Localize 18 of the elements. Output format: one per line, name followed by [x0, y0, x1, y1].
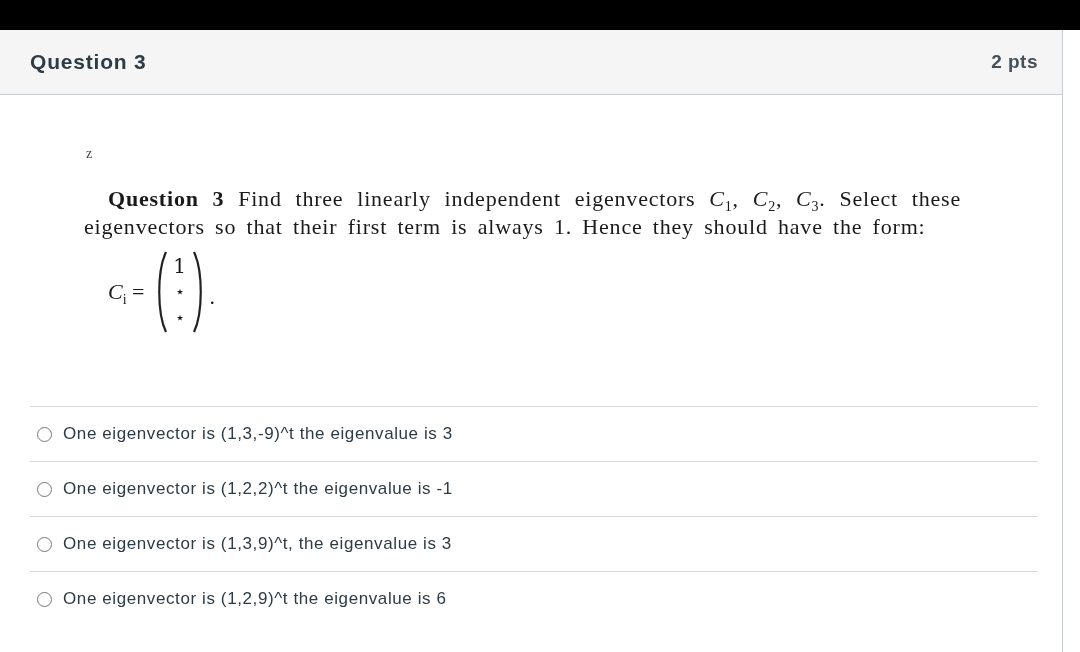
formula-period: .	[209, 283, 215, 310]
answer-label[interactable]: One eigenvector is (1,2,2)^t the eigenvalue is -1	[63, 479, 453, 499]
answer-label[interactable]: One eigenvector is (1,3,-9)^t the eigenvalue is 3	[63, 424, 453, 444]
question-text: Question 3 Find three linearly independent eigenvectors C$_{1}$, C$_{2}$, C$_{3}$. Select these eigenvectors so that their first term is always 1. Hence they should have the form:	[84, 185, 961, 241]
question-title: Question 3	[30, 50, 147, 74]
radio-button[interactable]	[37, 536, 52, 552]
radio-button[interactable]	[37, 426, 52, 442]
radio-button[interactable]	[37, 481, 52, 497]
points-label: 2 pts	[991, 51, 1038, 73]
answer-label[interactable]: One eigenvector is (1,3,9)^t, the eigenvalue is 3	[63, 534, 452, 554]
formula-lhs: C$_{i}$ =	[108, 279, 145, 305]
answer-label[interactable]: One eigenvector is (1,2,9)^t the eigenvalue is 6	[63, 589, 447, 609]
vector-entry: 1	[173, 253, 186, 279]
stray-mark: z	[85, 145, 93, 163]
vector-entry: ⋆	[174, 307, 185, 329]
right-parenthesis-icon	[192, 251, 205, 333]
vector-entry: ⋆	[174, 281, 185, 303]
radio-button[interactable]	[37, 591, 52, 607]
